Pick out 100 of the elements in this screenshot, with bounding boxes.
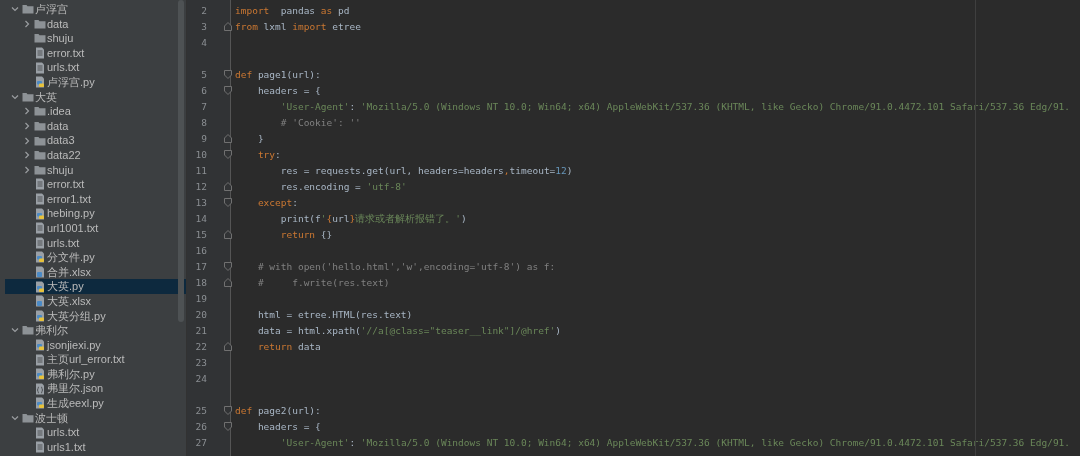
code-token: from [235, 20, 258, 34]
tree-item[interactable]: error1.txt [5, 191, 186, 207]
text-file-icon [34, 222, 46, 235]
tree-item[interactable]: shuju [5, 31, 186, 46]
fold-end-icon[interactable] [224, 230, 232, 239]
tree-item[interactable]: jsonjiexi.py [5, 337, 186, 353]
tree-item[interactable]: hebing.py [5, 206, 186, 221]
folder-icon [34, 17, 46, 30]
tree-item[interactable]: data3 [5, 133, 186, 148]
tree-item[interactable]: urls.txt [5, 235, 186, 251]
code-token: lxml [262, 20, 288, 34]
chevron-down-icon[interactable] [11, 5, 19, 14]
code-token: res.encoding = [279, 180, 362, 194]
text-file-icon [34, 353, 46, 366]
text-file-icon [34, 193, 46, 205]
tree-item[interactable]: urls.txt [5, 60, 186, 75]
tree-item[interactable]: 主页url_error.txt [5, 352, 186, 367]
fold-end-icon[interactable] [224, 278, 232, 287]
code-token: 'Mozilla/5.0 (Windows NT 10.0; Win64; x64) AppleWebKit/537.36 (KHTML, like Gecko) Chrome/91.0.4472.101 Safari/537.36 Edg/91. [360, 100, 1071, 114]
tree-item[interactable]: 弗利尔.py [5, 366, 186, 382]
code-token: # with open('hello.html','w',encoding='utf-8') as f: [256, 260, 556, 274]
tree-item[interactable]: 大英分组.py [5, 308, 186, 324]
code-token: 12 [555, 164, 567, 178]
fold-start-icon[interactable] [224, 198, 232, 207]
python-file-icon [34, 368, 46, 381]
tree-item[interactable]: 弗里尔.json [5, 381, 186, 397]
tree-item[interactable]: 大英.py [5, 279, 186, 294]
python-file-icon [34, 280, 46, 293]
tree-item[interactable]: urls1.txt [5, 439, 186, 455]
fold-end-icon[interactable] [224, 342, 232, 351]
unknown-file-icon [34, 266, 46, 278]
tree-item[interactable]: urls.txt [5, 425, 186, 440]
tree-item[interactable]: url1001.txt [5, 220, 186, 236]
chevron-down-icon[interactable] [11, 413, 19, 422]
chevron-down-icon[interactable] [11, 92, 19, 101]
code-token: : [349, 100, 357, 114]
code-token: print(f [279, 212, 321, 226]
text-file-icon [34, 178, 46, 191]
folder-icon [34, 105, 46, 118]
fold-start-icon[interactable] [224, 406, 232, 415]
line-number: 8 [200, 115, 207, 130]
tree-item[interactable]: 卢浮宫 [5, 2, 186, 17]
code-token: 'User-Agent' [279, 436, 350, 450]
folder-icon [34, 163, 46, 176]
tree-item[interactable]: 弗利尔 [5, 323, 186, 338]
python-file-icon [34, 207, 46, 220]
code-token: : [275, 148, 281, 162]
line-number: 23 [194, 355, 207, 370]
tree-item[interactable]: .idea [5, 104, 186, 119]
line-number: 6 [200, 83, 207, 98]
tree-item[interactable]: 大英.xlsx [5, 293, 186, 309]
fold-start-icon[interactable] [224, 262, 232, 271]
tree-item[interactable]: 大英 [5, 89, 186, 105]
code-token: headers = { [256, 84, 321, 98]
tree-item[interactable]: data [5, 118, 186, 134]
fold-end-icon[interactable] [224, 22, 232, 31]
code-token: # f.write(res.text) [256, 276, 390, 290]
fold-start-icon[interactable] [224, 150, 232, 159]
code-token: pandas [279, 4, 317, 18]
folder-icon [22, 3, 34, 16]
tree-item[interactable]: 分文件.py [5, 250, 186, 265]
code-token: # 'Cookie': '' [279, 116, 361, 130]
tree-item[interactable]: error.txt [5, 45, 186, 61]
code-token: page2(url): [256, 404, 321, 418]
text-file-icon [34, 47, 46, 60]
code-token: as [320, 4, 333, 18]
tree-item[interactable]: 合并.xlsx [5, 264, 186, 280]
python-file-icon [34, 338, 46, 351]
fold-start-icon[interactable] [224, 422, 232, 431]
code-token: def [235, 404, 253, 418]
fold-end-icon[interactable] [224, 134, 232, 143]
tree-item[interactable]: shuju [5, 162, 186, 178]
code-token: res = requests.get(url, headers=headers [279, 164, 504, 178]
tree-item[interactable]: 波士顿 [5, 410, 186, 426]
line-number: 27 [194, 435, 207, 450]
line-number: 10 [194, 147, 207, 162]
line-number: 7 [200, 99, 207, 114]
tree-item[interactable]: error.txt [5, 177, 186, 192]
python-file-icon [34, 251, 46, 264]
tree-item[interactable]: 卢浮宫.py [5, 74, 186, 90]
python-file-icon [34, 397, 46, 410]
tree-item[interactable]: 生成eexl.py [5, 396, 186, 411]
fold-end-icon[interactable] [224, 182, 232, 191]
tree-item[interactable]: data22 [5, 147, 186, 163]
folder-icon [22, 411, 34, 424]
text-file-icon [34, 426, 46, 439]
fold-start-icon[interactable] [224, 86, 232, 95]
line-number: 17 [194, 259, 207, 274]
line-number: 15 [194, 227, 207, 242]
code-token: return [279, 228, 316, 242]
code-token: {} [319, 228, 333, 242]
chevron-right-icon[interactable] [23, 19, 31, 28]
code-token: pd [337, 4, 350, 18]
tree-item[interactable]: data [5, 16, 186, 32]
fold-start-icon[interactable] [224, 70, 232, 79]
scrollbar[interactable] [178, 0, 184, 322]
chevron-down-icon[interactable] [11, 326, 19, 335]
folder-icon [34, 120, 46, 133]
unknown-file-icon [34, 295, 46, 308]
line-number: 14 [194, 211, 207, 226]
